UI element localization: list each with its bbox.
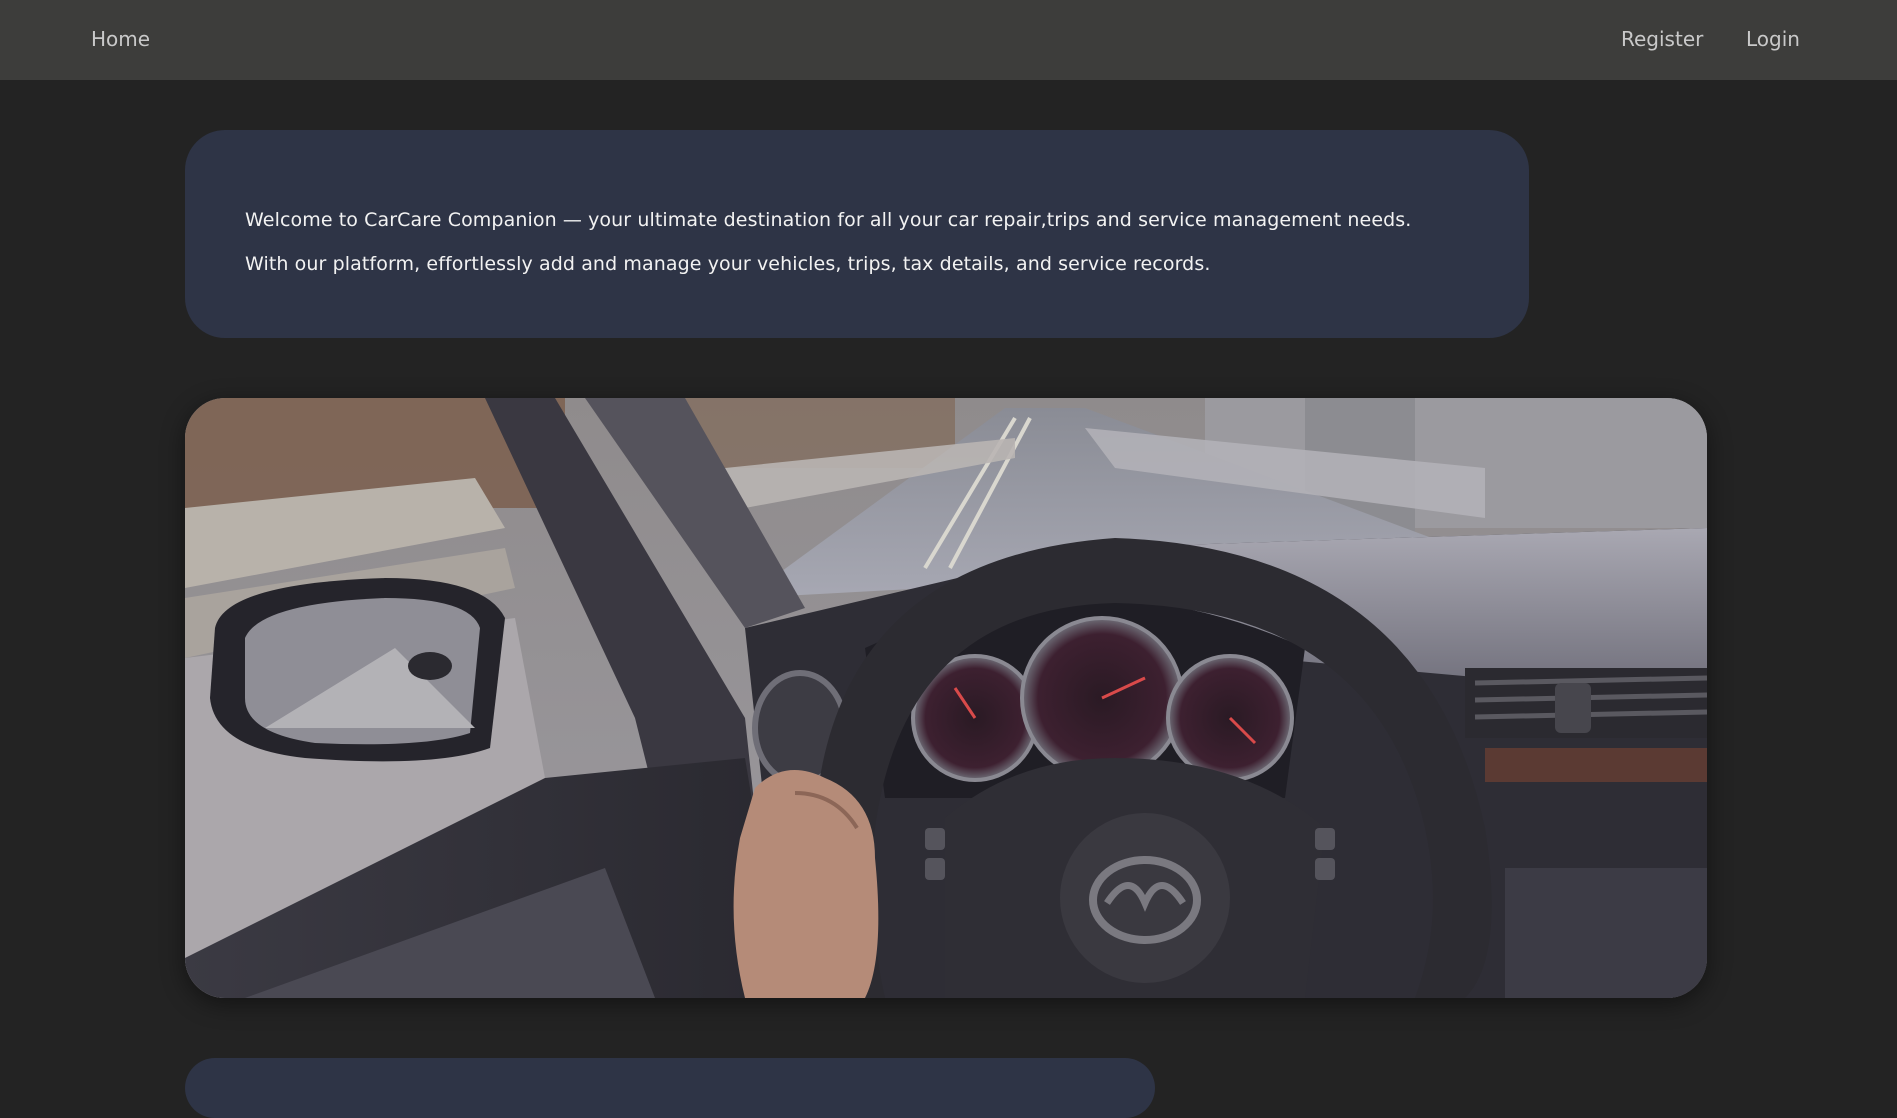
top-navbar: Home Register Login [0,0,1897,80]
welcome-card: Welcome to CarCare Companion — your ulti… [185,130,1529,338]
hero-image [185,398,1707,998]
nav-register-link[interactable]: Register [1621,0,1703,80]
next-section-card [185,1058,1155,1118]
driver-pov-illustration [185,398,1707,998]
welcome-text-line-1: Welcome to CarCare Companion — your ulti… [245,209,1412,231]
nav-login-link[interactable]: Login [1746,0,1800,80]
welcome-text-line-2: With our platform, effortlessly add and … [245,253,1211,275]
nav-home-link[interactable]: Home [91,0,150,80]
